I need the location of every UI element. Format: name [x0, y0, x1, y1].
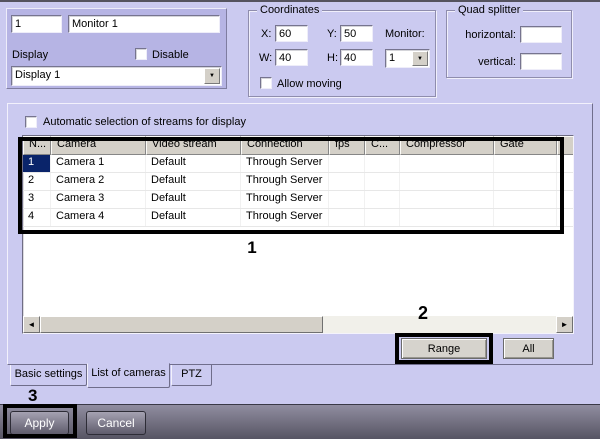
apply-button[interactable]: Apply [10, 411, 69, 435]
h-label: H: [327, 52, 338, 64]
cell-fps[interactable] [329, 155, 365, 172]
y-field[interactable] [340, 25, 373, 42]
tab-list-of-cameras[interactable]: List of cameras [87, 363, 170, 388]
cell-video-stream[interactable]: Default [146, 209, 241, 226]
cell-video-stream[interactable]: Default [146, 173, 241, 190]
table-row[interactable]: 4 Camera 4 Default Through Server [23, 209, 573, 227]
monitor-select-label: Monitor: [385, 28, 425, 40]
cell-camera[interactable]: Camera 3 [51, 191, 146, 208]
cell-c[interactable] [365, 191, 400, 208]
tab-basic-settings[interactable]: Basic settings [10, 365, 87, 386]
column-header-connection[interactable]: Connection [241, 136, 329, 155]
horizontal-scrollbar[interactable]: ◄ ► [23, 316, 573, 333]
footer-bar: Apply Cancel [0, 404, 600, 439]
vertical-label: vertical: [478, 56, 516, 68]
display-label: Display [12, 49, 49, 61]
column-header-gate[interactable]: Gate [494, 136, 557, 155]
scrollbar-thumb[interactable] [40, 316, 323, 333]
cell-c[interactable] [365, 155, 400, 172]
cell-compressor[interactable] [400, 173, 494, 190]
y-label: Y: [327, 28, 337, 40]
table-row[interactable]: 1 Camera 1 Default Through Server [23, 155, 573, 173]
coordinates-group-title: Coordinates [257, 4, 323, 16]
auto-streams-checkbox[interactable] [25, 116, 37, 128]
cell-gate[interactable] [494, 155, 557, 172]
cell-compressor[interactable] [400, 209, 494, 226]
disable-checkbox[interactable] [135, 48, 147, 60]
w-field[interactable] [275, 49, 308, 66]
cell-c[interactable] [365, 173, 400, 190]
horizontal-field[interactable] [520, 26, 562, 43]
cell-gate[interactable] [494, 173, 557, 190]
cell-camera[interactable]: Camera 1 [51, 155, 146, 172]
quad-splitter-group: Quad splitter horizontal: vertical: [446, 4, 572, 78]
chevron-down-icon[interactable]: ▼ [204, 68, 220, 84]
cell-fps[interactable] [329, 209, 365, 226]
h-field[interactable] [340, 49, 373, 66]
arrow-left-icon[interactable]: ◄ [23, 316, 40, 333]
cell-compressor[interactable] [400, 155, 494, 172]
identification-group: Display Disable Display 1 ▼ [6, 8, 227, 89]
column-header-filler [557, 136, 573, 155]
table-row[interactable]: 2 Camera 2 Default Through Server [23, 173, 573, 191]
auto-streams-label: Automatic selection of streams for displ… [43, 116, 246, 128]
cell-fps[interactable] [329, 191, 365, 208]
allow-moving-label: Allow moving [277, 78, 342, 90]
tab-ptz[interactable]: PTZ [171, 365, 212, 386]
x-field[interactable] [275, 25, 308, 42]
monitor-id-field[interactable] [11, 15, 62, 33]
table-row[interactable]: 3 Camera 3 Default Through Server [23, 191, 573, 209]
column-header-n[interactable]: N... [23, 136, 51, 155]
cell-filler [557, 209, 573, 226]
cell-n[interactable]: 1 [23, 155, 51, 172]
column-header-camera[interactable]: Camera [51, 136, 146, 155]
camera-list-area: N... Camera Video stream Connection fps … [22, 135, 574, 334]
horizontal-label: horizontal: [465, 29, 516, 41]
disable-checkbox-label: Disable [152, 49, 189, 61]
cell-c[interactable] [365, 209, 400, 226]
x-label: X: [261, 28, 272, 40]
cell-filler [557, 173, 573, 190]
chevron-down-icon[interactable]: ▼ [412, 51, 428, 66]
quad-splitter-group-title: Quad splitter [455, 4, 524, 16]
display-select[interactable]: Display 1 ▼ [11, 66, 222, 86]
cell-n[interactable]: 3 [23, 191, 51, 208]
cell-compressor[interactable] [400, 191, 494, 208]
cell-n[interactable]: 2 [23, 173, 51, 190]
cell-connection[interactable]: Through Server [241, 191, 329, 208]
annotation-number-3: 3 [28, 386, 38, 405]
column-header-fps[interactable]: fps [329, 136, 365, 155]
cell-connection[interactable]: Through Server [241, 209, 329, 226]
vertical-field[interactable] [520, 53, 562, 70]
all-button[interactable]: All [503, 338, 554, 359]
monitor-settings-dialog: Display Disable Display 1 ▼ Coordinates … [0, 0, 600, 439]
cancel-button[interactable]: Cancel [86, 411, 146, 435]
column-header-compressor[interactable]: Compressor [400, 136, 494, 155]
allow-moving-checkbox[interactable] [260, 77, 272, 89]
camera-table-header: N... Camera Video stream Connection fps … [23, 136, 573, 155]
cell-camera[interactable]: Camera 4 [51, 209, 146, 226]
column-header-video-stream[interactable]: Video stream [146, 136, 241, 155]
cell-gate[interactable] [494, 209, 557, 226]
monitor-select-value: 1 [389, 52, 396, 64]
arrow-right-icon[interactable]: ► [556, 316, 573, 333]
monitor-name-field[interactable] [68, 15, 220, 33]
cell-connection[interactable]: Through Server [241, 173, 329, 190]
cell-video-stream[interactable]: Default [146, 155, 241, 172]
coordinates-group: Coordinates X: Y: Monitor: W: H: 1 ▼ All… [248, 4, 436, 97]
display-select-value: Display 1 [15, 69, 61, 81]
cell-video-stream[interactable]: Default [146, 191, 241, 208]
cell-gate[interactable] [494, 191, 557, 208]
range-button[interactable]: Range [401, 338, 487, 359]
cell-fps[interactable] [329, 173, 365, 190]
cell-filler [557, 155, 573, 172]
cell-n[interactable]: 4 [23, 209, 51, 226]
w-label: W: [259, 52, 273, 64]
cell-connection[interactable]: Through Server [241, 155, 329, 172]
column-header-c[interactable]: C... [365, 136, 400, 155]
monitor-select[interactable]: 1 ▼ [385, 49, 430, 68]
cell-camera[interactable]: Camera 2 [51, 173, 146, 190]
cell-filler [557, 191, 573, 208]
